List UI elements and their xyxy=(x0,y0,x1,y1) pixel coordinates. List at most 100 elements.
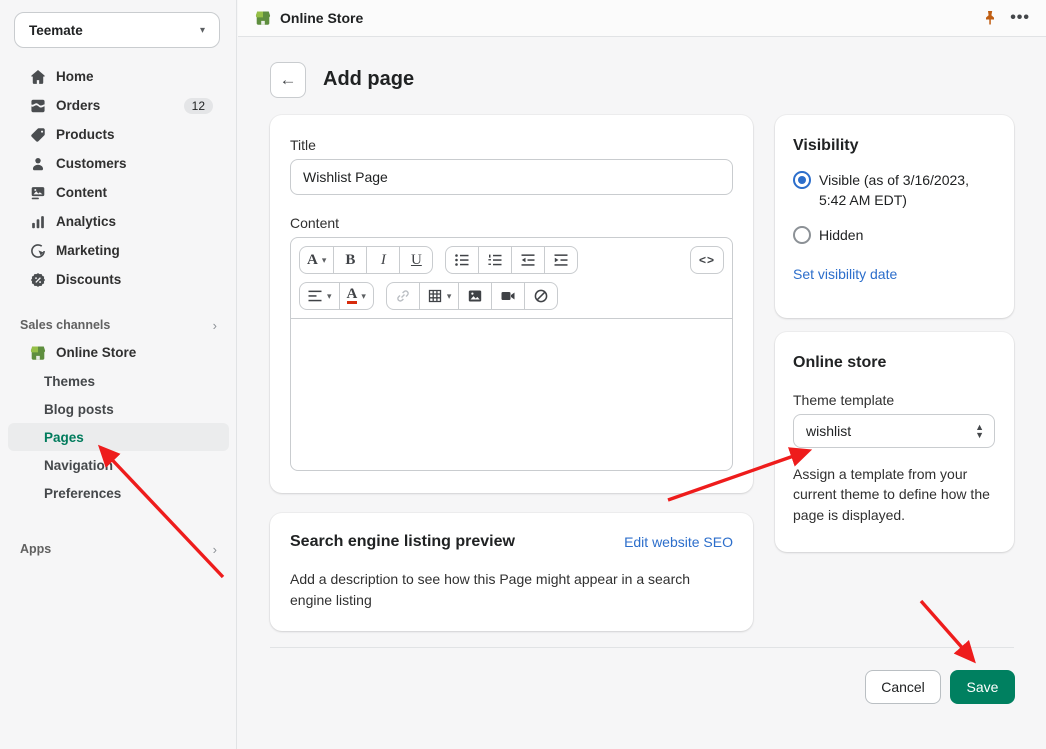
sub-item-label: Blog posts xyxy=(44,402,114,417)
sidebar-item-preferences[interactable]: Preferences xyxy=(8,479,229,507)
outdent-button[interactable] xyxy=(511,246,545,274)
sidebar-item-home[interactable]: Home xyxy=(8,62,229,91)
seo-preview-card: Search engine listing preview Edit websi… xyxy=(270,513,753,631)
sidebar-item-label: Analytics xyxy=(56,214,116,229)
sidebar-item-themes[interactable]: Themes xyxy=(8,367,229,395)
sidebar-item-navigation[interactable]: Navigation xyxy=(8,451,229,479)
seo-card-description: Add a description to see how this Page m… xyxy=(290,569,720,611)
marketing-icon xyxy=(28,241,48,261)
primary-nav: Home Orders 12 Products Customers Conten… xyxy=(0,62,237,294)
sub-item-label: Themes xyxy=(44,374,95,389)
sidebar-item-content[interactable]: Content xyxy=(8,178,229,207)
visibility-option-visible[interactable]: Visible (as of 3/16/2023, 5:42 AM EDT) xyxy=(793,171,996,210)
sales-channels-header[interactable]: Sales channels › xyxy=(8,312,229,338)
sidebar-item-customers[interactable]: Customers xyxy=(8,149,229,178)
chevron-down-icon: ▾ xyxy=(327,291,332,302)
sidebar-item-marketing[interactable]: Marketing xyxy=(8,236,229,265)
customers-icon xyxy=(28,154,48,174)
sidebar-item-label: Discounts xyxy=(56,272,121,287)
code-group: <> xyxy=(690,246,724,274)
down-arrow: ▼ xyxy=(975,431,984,439)
bulleted-list-button[interactable] xyxy=(445,246,479,274)
content-field-label: Content xyxy=(290,215,733,231)
theme-template-select[interactable]: wishlist ▲ ▼ xyxy=(793,414,995,448)
context-topbar: Online Store ••• xyxy=(238,0,1046,37)
edit-website-seo-link[interactable]: Edit website SEO xyxy=(624,534,733,550)
text-style-group: A ▾ B I U xyxy=(299,246,433,274)
rich-text-editor: A ▾ B I U <> xyxy=(290,237,733,471)
apps-section: Apps › xyxy=(0,536,237,562)
sidebar-item-discounts[interactable]: Discounts xyxy=(8,265,229,294)
topbar-title: Online Store xyxy=(280,10,363,26)
storefront-icon xyxy=(28,343,48,363)
editor-content-area[interactable] xyxy=(291,318,732,470)
sales-channels-section: Sales channels › Online Store Themes Blo… xyxy=(0,312,237,507)
apps-header[interactable]: Apps › xyxy=(8,536,229,562)
formatting-dropdown-button[interactable]: A ▾ xyxy=(299,246,334,274)
insert-image-button[interactable] xyxy=(458,282,492,310)
select-updown-icon: ▲ ▼ xyxy=(975,423,984,439)
underline-letter: U xyxy=(411,252,422,269)
visibility-card-title: Visibility xyxy=(793,137,996,155)
store-switcher[interactable]: Teemate ▾ xyxy=(14,12,220,48)
title-input[interactable] xyxy=(290,159,733,195)
back-button[interactable]: ← xyxy=(270,62,306,98)
sidebar-item-analytics[interactable]: Analytics xyxy=(8,207,229,236)
annotation-arrow-save xyxy=(921,601,973,660)
analytics-icon xyxy=(28,212,48,232)
online-store-card: Online store Theme template wishlist ▲ ▼… xyxy=(775,332,1014,552)
pin-icon[interactable] xyxy=(982,10,998,26)
indent-button[interactable] xyxy=(544,246,578,274)
online-store-card-title: Online store xyxy=(793,354,996,372)
chevron-down-icon: ▾ xyxy=(322,255,327,266)
insert-link-button[interactable] xyxy=(386,282,420,310)
italic-button[interactable]: I xyxy=(366,246,400,274)
sidebar-item-label: Content xyxy=(56,185,107,200)
alignment-dropdown-button[interactable]: ▾ xyxy=(299,282,340,310)
radio-selected-icon[interactable] xyxy=(793,171,811,189)
sidebar-item-label: Marketing xyxy=(56,243,120,258)
show-html-button[interactable]: <> xyxy=(690,246,724,274)
more-menu-icon[interactable]: ••• xyxy=(1010,13,1030,23)
sidebar-item-blog-posts[interactable]: Blog posts xyxy=(8,395,229,423)
sidebar-item-products[interactable]: Products xyxy=(8,120,229,149)
sidebar-item-label: Orders xyxy=(56,98,100,113)
clear-formatting-button[interactable] xyxy=(524,282,558,310)
save-button[interactable]: Save xyxy=(950,670,1015,704)
chevron-right-icon: › xyxy=(213,318,217,333)
content-icon xyxy=(28,183,48,203)
numbered-list-button[interactable] xyxy=(478,246,512,274)
underline-button[interactable]: U xyxy=(399,246,433,274)
footer-divider xyxy=(270,647,1014,648)
seo-card-header: Search engine listing preview Edit websi… xyxy=(290,533,733,551)
text-color-dropdown-button[interactable]: A ▾ xyxy=(339,282,374,310)
sidebar-item-label: Customers xyxy=(56,156,127,171)
arrow-left-icon: ← xyxy=(280,70,297,90)
sidebar-item-orders[interactable]: Orders 12 xyxy=(8,91,229,120)
radio-unselected-icon[interactable] xyxy=(793,226,811,244)
toolbar-row-1: A ▾ B I U <> xyxy=(299,246,724,274)
sales-channels-label: Sales channels xyxy=(20,318,110,332)
orders-icon xyxy=(28,96,48,116)
insert-table-dropdown-button[interactable]: ▾ xyxy=(419,282,460,310)
sidebar-item-online-store[interactable]: Online Store xyxy=(8,338,229,367)
insert-video-button[interactable] xyxy=(491,282,525,310)
bold-button[interactable]: B xyxy=(333,246,367,274)
set-visibility-date-link[interactable]: Set visibility date xyxy=(793,266,897,282)
products-icon xyxy=(28,125,48,145)
chevron-right-icon: › xyxy=(213,542,217,557)
chevron-down-icon: ▾ xyxy=(200,25,205,36)
formatting-letter: A xyxy=(307,252,318,269)
editor-toolbar: A ▾ B I U <> xyxy=(291,238,732,318)
cancel-button[interactable]: Cancel xyxy=(865,670,941,704)
discounts-icon xyxy=(28,270,48,290)
home-icon xyxy=(28,67,48,87)
sidebar-item-pages[interactable]: Pages xyxy=(8,423,229,451)
hidden-option-label: Hidden xyxy=(819,226,863,246)
insert-group: ▾ xyxy=(386,282,559,310)
visibility-option-hidden[interactable]: Hidden xyxy=(793,226,996,246)
visibility-card: Visibility Visible (as of 3/16/2023, 5:4… xyxy=(775,115,1014,318)
store-name: Teemate xyxy=(29,23,83,38)
page-form-card: Title Content A ▾ B I U xyxy=(270,115,753,493)
visible-option-label: Visible (as of 3/16/2023, 5:42 AM EDT) xyxy=(819,171,996,210)
